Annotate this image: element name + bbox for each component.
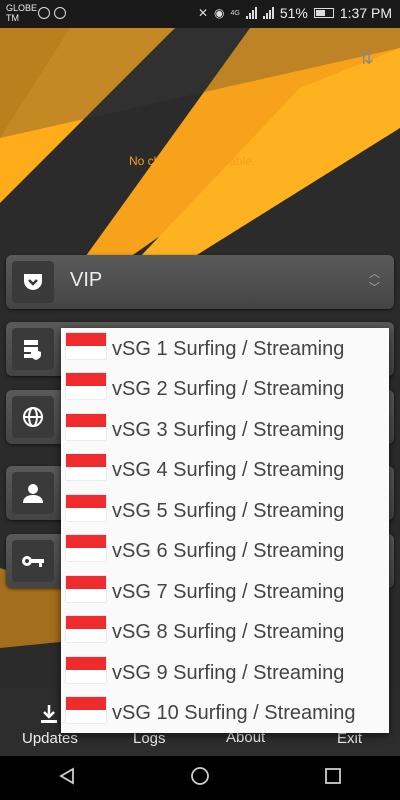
- server-dropdown: vSG 1 Surfing / Streaming vSG 2 Surfing …: [61, 328, 389, 733]
- server-option[interactable]: vSG 5 Surfing / Streaming: [61, 490, 389, 530]
- server-option-label: vSG 5 Surfing / Streaming: [112, 500, 345, 522]
- singapore-flag-icon: [66, 495, 106, 521]
- singapore-flag-icon: [66, 373, 106, 399]
- signal-icon: [245, 7, 257, 19]
- singapore-flag-icon: [66, 454, 106, 480]
- singapore-flag-icon: [66, 657, 106, 683]
- signal-icon-2: [262, 7, 274, 19]
- selected-category: VIP: [70, 269, 103, 291]
- user-icon: [12, 472, 54, 514]
- singapore-flag-icon: [66, 535, 106, 561]
- server-option-label: vSG 7 Surfing / Streaming: [112, 581, 345, 603]
- server-option-label: vSG 3 Surfing / Streaming: [112, 419, 345, 441]
- clock: 1:37 PM: [339, 5, 392, 21]
- server-option-label: vSG 9 Surfing / Streaming: [112, 662, 345, 684]
- battery-icon: [313, 8, 334, 18]
- recents-icon[interactable]: [313, 767, 353, 790]
- server-option-label: vSG 4 Surfing / Streaming: [112, 459, 345, 481]
- category-selector[interactable]: VIP ︿ ﹀: [6, 255, 394, 309]
- server-option[interactable]: vSG 4 Surfing / Streaming: [61, 449, 389, 489]
- server-option[interactable]: vSG 9 Surfing / Streaming: [61, 652, 389, 692]
- server-option-label: vSG 1 Surfing / Streaming: [112, 338, 345, 360]
- home-icon[interactable]: [180, 766, 220, 791]
- system-nav-bar: [0, 756, 400, 800]
- singapore-flag-icon: [66, 414, 106, 440]
- server-option-label: vSG 2 Surfing / Streaming: [112, 378, 345, 400]
- messenger-icon: [38, 7, 50, 19]
- singapore-flag-icon: [66, 576, 106, 602]
- back-icon[interactable]: [47, 766, 87, 790]
- chrome-icon: [54, 7, 66, 19]
- battery-percent: 51%: [279, 5, 308, 21]
- server-option-label: vSG 6 Surfing / Streaming: [112, 540, 345, 562]
- network-type: 4G: [230, 9, 240, 17]
- server-option[interactable]: vSG 1 Surfing / Streaming: [61, 328, 389, 368]
- download-icon: [40, 704, 58, 729]
- server-option-label: vSG 8 Surfing / Streaming: [112, 621, 345, 643]
- singapore-flag-icon: [66, 616, 106, 642]
- server-option[interactable]: vSG 8 Surfing / Streaming: [61, 611, 389, 651]
- swap-icon[interactable]: ⇅: [359, 48, 374, 69]
- pocket-icon: [12, 261, 54, 303]
- server-option[interactable]: vSG 2 Surfing / Streaming: [61, 368, 389, 408]
- singapore-flag-icon: [66, 333, 106, 359]
- chart-empty-message: No chart data available.: [129, 154, 256, 168]
- status-bar: GLOBE TM ✕ ◉ 4G 51% 1:37 PM: [0, 0, 400, 28]
- globe-icon: [12, 396, 54, 438]
- server-shield-icon: [12, 328, 54, 370]
- mute-icon: ✕: [197, 6, 208, 20]
- server-option[interactable]: vSG 6 Surfing / Streaming: [61, 530, 389, 570]
- key-icon: [12, 540, 54, 582]
- server-option[interactable]: vSG 3 Surfing / Streaming: [61, 409, 389, 449]
- singapore-flag-icon: [66, 697, 106, 723]
- carrier-name: GLOBE TM: [6, 3, 38, 23]
- server-option[interactable]: vSG 7 Surfing / Streaming: [61, 571, 389, 611]
- eye-icon: ◉: [214, 6, 225, 20]
- chevron-updown-icon: ︿ ﹀: [369, 268, 380, 294]
- server-option[interactable]: vSG 10 Surfing / Streaming: [61, 692, 389, 732]
- server-option-label: vSG 10 Surfing / Streaming: [112, 702, 356, 724]
